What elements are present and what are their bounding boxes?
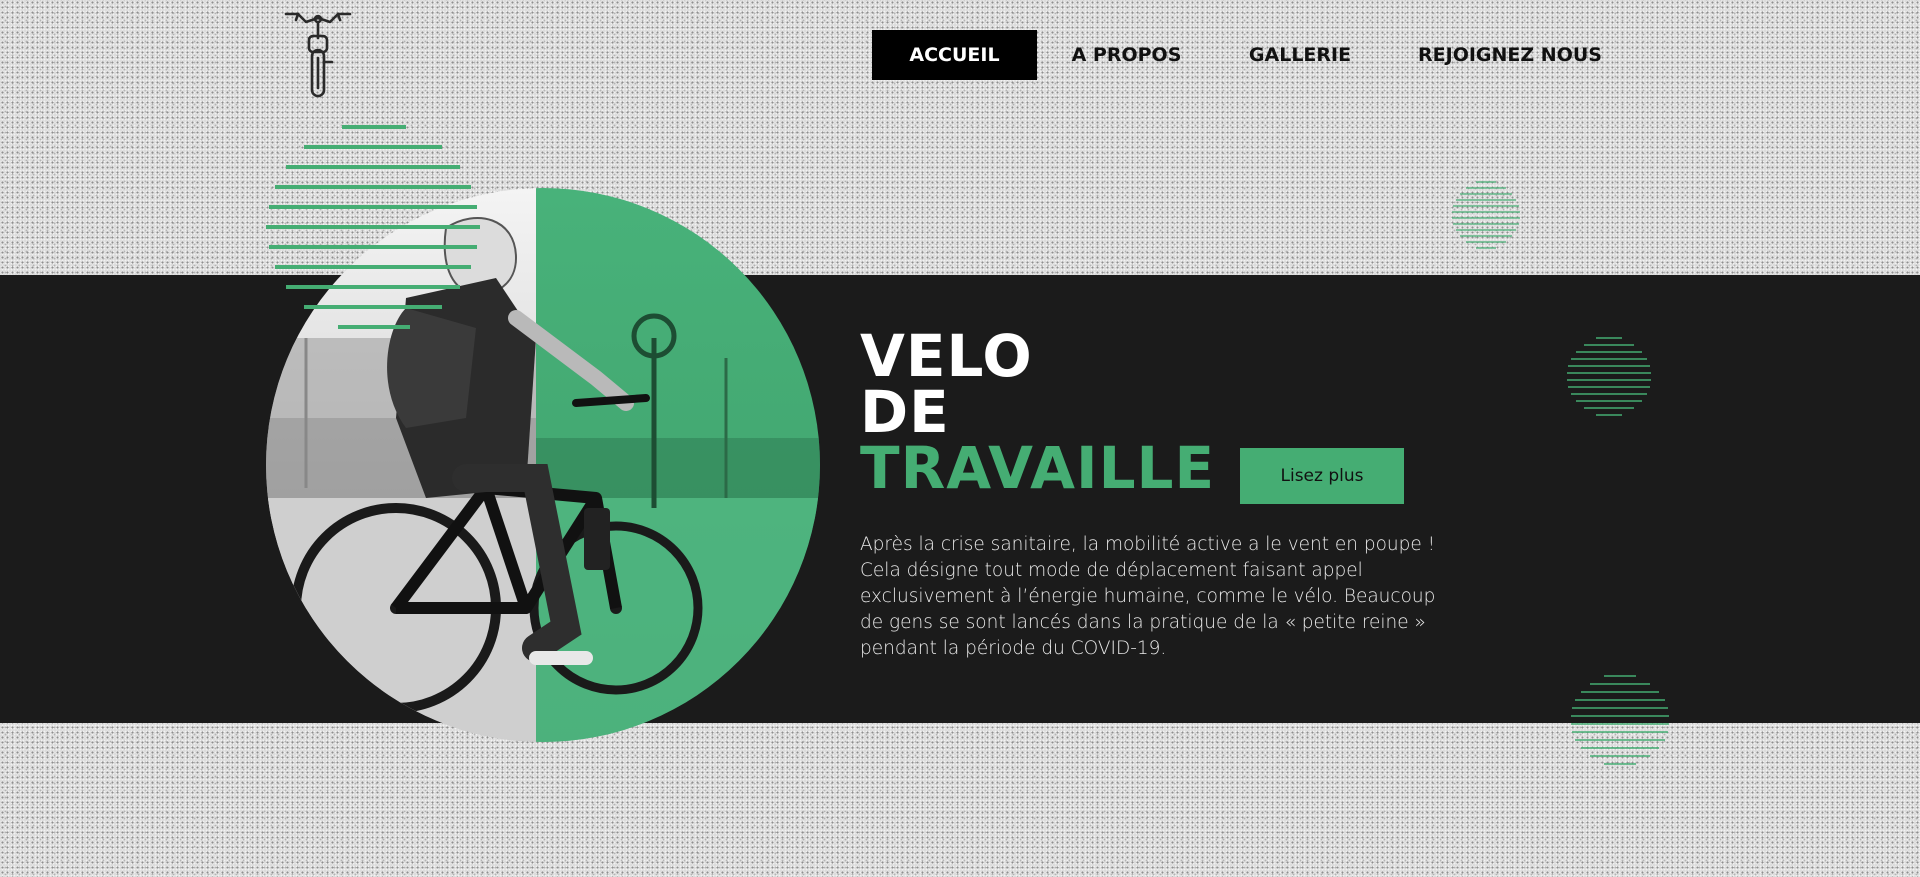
- hero-title: VELO DE TRAVAILLE: [860, 322, 1216, 502]
- hero-description: Après la crise sanitaire, la mobilité ac…: [860, 534, 1436, 659]
- read-more-button[interactable]: Lisez plus: [1240, 448, 1404, 504]
- striped-circle-decoration: [266, 125, 480, 329]
- nav-rejoignez-nous[interactable]: REJOIGNEZ NOUS: [1410, 30, 1610, 80]
- hero-title-line-2: DE: [860, 378, 950, 446]
- nav-a-propos[interactable]: A PROPOS: [1060, 30, 1193, 80]
- nav-gallerie[interactable]: GALLERIE: [1240, 30, 1360, 80]
- striped-circle-decoration: [1567, 337, 1651, 416]
- striped-circle-decoration: [1571, 675, 1669, 765]
- striped-circle-decoration: [1452, 181, 1520, 249]
- main-nav: ACCUEIL A PROPOS GALLERIE REJOIGNEZ NOUS: [0, 30, 1920, 80]
- hero-title-line-3: TRAVAILLE: [860, 434, 1216, 502]
- hero-title-line-1: VELO: [860, 322, 1033, 390]
- nav-accueil[interactable]: ACCUEIL: [872, 30, 1037, 80]
